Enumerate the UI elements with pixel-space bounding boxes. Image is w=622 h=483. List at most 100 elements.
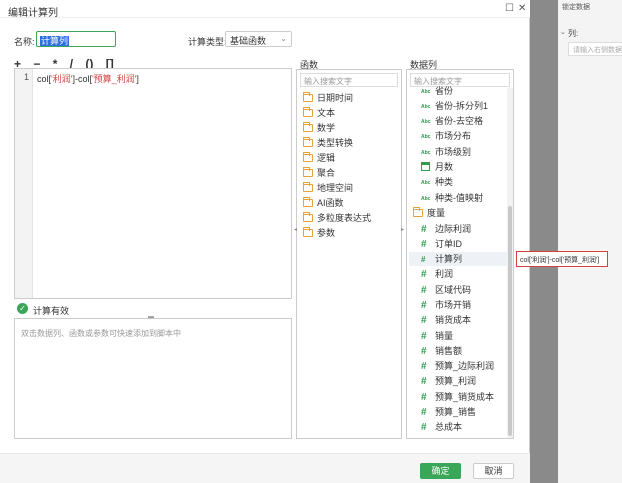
function-category-label: 日期时间 [317, 93, 354, 103]
column-item[interactable]: Abc 省份 [421, 84, 453, 98]
column-label: 种类 [435, 177, 454, 187]
column-item[interactable]: Abc 市场分布 [421, 129, 471, 143]
function-category-parameters[interactable]: 参数 [303, 226, 335, 240]
function-category-label: 聚合 [317, 168, 336, 178]
number-type-icon: # [421, 269, 427, 280]
folder-icon [303, 107, 313, 117]
description-area[interactable]: 双击数据列、函数或参数可快速添加到脚本中 [14, 318, 292, 439]
column-item[interactable]: # 利润 [421, 267, 453, 281]
column-label: 销售额 [435, 346, 463, 356]
function-category-datetime[interactable]: 日期时间 [303, 91, 353, 105]
function-category-logic[interactable]: 逻辑 [303, 151, 335, 165]
function-category-lod[interactable]: 多粒度表达式 [303, 211, 371, 225]
function-category-label: 数学 [317, 123, 336, 133]
number-type-icon: # [421, 422, 427, 433]
text-type-icon: Abc [421, 150, 431, 156]
folder-icon [303, 167, 313, 177]
column-label: 计算列 [435, 254, 463, 264]
function-category-label: 类型转换 [317, 138, 354, 148]
dialog-title: 编辑计算列 [8, 8, 58, 19]
editor-gutter: 1 [15, 69, 33, 298]
column-item-selected[interactable]: # 计算列 [409, 252, 507, 266]
right-splitter-icon[interactable]: ▸ [401, 226, 404, 233]
column-group-measures[interactable]: 度量 [413, 206, 445, 220]
column-item[interactable]: # 预算_利润 [421, 374, 476, 388]
function-category-label: AI函数 [317, 198, 344, 208]
columns-panel: 输入搜索文字 Abc 省份 Abc 省份-拆分列1 Abc 省份-去空格 Abc 市场分… [406, 69, 514, 439]
function-category-aggregate[interactable]: 聚合 [303, 166, 335, 180]
column-item[interactable]: Abc 种类 [421, 175, 453, 189]
description-placeholder: 双击数据列、函数或参数可快速添加到脚本中 [21, 329, 181, 338]
folder-icon [413, 207, 423, 217]
text-type-icon: Abc [421, 104, 431, 110]
code-prefix: col[ [37, 74, 52, 84]
column-label: 边际利润 [435, 224, 472, 234]
folder-icon [303, 152, 313, 162]
number-type-icon: # [421, 346, 427, 357]
name-input-value: 计算列 [40, 36, 70, 46]
scrollbar-thumb[interactable] [508, 206, 512, 436]
name-input[interactable]: 计算列 [36, 31, 116, 47]
maximize-icon[interactable]: ☐ [505, 3, 514, 14]
column-label: 市场分布 [435, 131, 472, 141]
column-label: 市场开销 [435, 300, 472, 310]
column-label: 省份 [435, 86, 454, 96]
folder-icon [303, 212, 313, 222]
calc-type-value: 基础函数 [230, 36, 267, 46]
column-item[interactable]: # 区域代码 [421, 283, 471, 297]
ok-button[interactable]: 确定 [420, 463, 461, 479]
column-tooltip: col['利润']-col['预算_利润'] [516, 251, 608, 267]
number-type-icon: # [421, 407, 427, 418]
number-type-icon: # [421, 300, 427, 311]
folder-icon [303, 92, 313, 102]
text-type-icon: Abc [421, 196, 431, 202]
text-type-icon: Abc [421, 180, 431, 186]
function-category-ai[interactable]: AI函数 [303, 196, 344, 210]
code-arg-1: '利润' [51, 74, 73, 84]
column-item[interactable]: # 销售额 [421, 344, 462, 358]
column-label: 预算_边际利润 [435, 361, 495, 371]
formula-editor[interactable]: 1 col['利润']-col['预算_利润'] [14, 68, 292, 299]
columns-scrollbar[interactable] [507, 88, 513, 438]
number-type-icon: # [421, 392, 427, 403]
calculated-number-icon: # [421, 255, 426, 264]
column-label: 总成本 [435, 422, 463, 432]
folder-icon [303, 122, 313, 132]
folder-icon [303, 197, 313, 207]
column-item[interactable]: Abc 种类-值映射 [421, 191, 483, 205]
text-type-icon: Abc [421, 134, 431, 140]
column-item[interactable]: # 预算_边际利润 [421, 359, 494, 373]
folder-icon [303, 137, 313, 147]
line-number: 1 [24, 72, 30, 82]
background-panel-input: 请输入右侧数据... [568, 42, 622, 56]
column-item[interactable]: # 边际利润 [421, 222, 471, 236]
column-item[interactable]: # 总成本 [421, 420, 462, 434]
column-item[interactable]: Abc 省份-拆分列1 [421, 99, 488, 113]
cancel-button[interactable]: 取消 [473, 463, 514, 479]
number-type-icon: # [421, 224, 427, 235]
column-item[interactable]: 月数 [421, 160, 453, 174]
code-arg-2: '预算_利润' [91, 74, 137, 84]
column-item[interactable]: # 预算_销货成本 [421, 390, 494, 404]
column-item[interactable]: # 预算_销售 [421, 405, 476, 419]
column-item[interactable]: # 市场开销 [421, 298, 471, 312]
column-item[interactable]: Abc 市场级别 [421, 145, 471, 159]
function-category-type-conversion[interactable]: 类型转换 [303, 136, 353, 150]
column-label: 区域代码 [435, 285, 472, 295]
column-item[interactable]: # 销量 [421, 329, 453, 343]
left-splitter-icon[interactable]: ◂ [294, 226, 297, 233]
column-label: 月数 [435, 162, 454, 172]
column-item[interactable]: Abc 省份-去空格 [421, 114, 483, 128]
function-category-math[interactable]: 数学 [303, 121, 335, 135]
number-type-icon: # [421, 361, 427, 372]
formula-code[interactable]: col['利润']-col['预算_利润'] [37, 72, 139, 85]
column-item[interactable]: # 订单ID [421, 237, 462, 251]
function-category-text[interactable]: 文本 [303, 106, 335, 120]
column-item[interactable]: # 销货成本 [421, 313, 471, 327]
calc-type-select[interactable]: 基础函数 ⌄ [225, 31, 292, 47]
functions-search-input[interactable]: 输入搜索文字 [300, 73, 398, 87]
folder-icon [303, 227, 313, 237]
function-category-geospatial[interactable]: 地理空间 [303, 181, 353, 195]
column-label: 市场级别 [435, 147, 472, 157]
close-icon[interactable]: ✕ [518, 3, 526, 14]
